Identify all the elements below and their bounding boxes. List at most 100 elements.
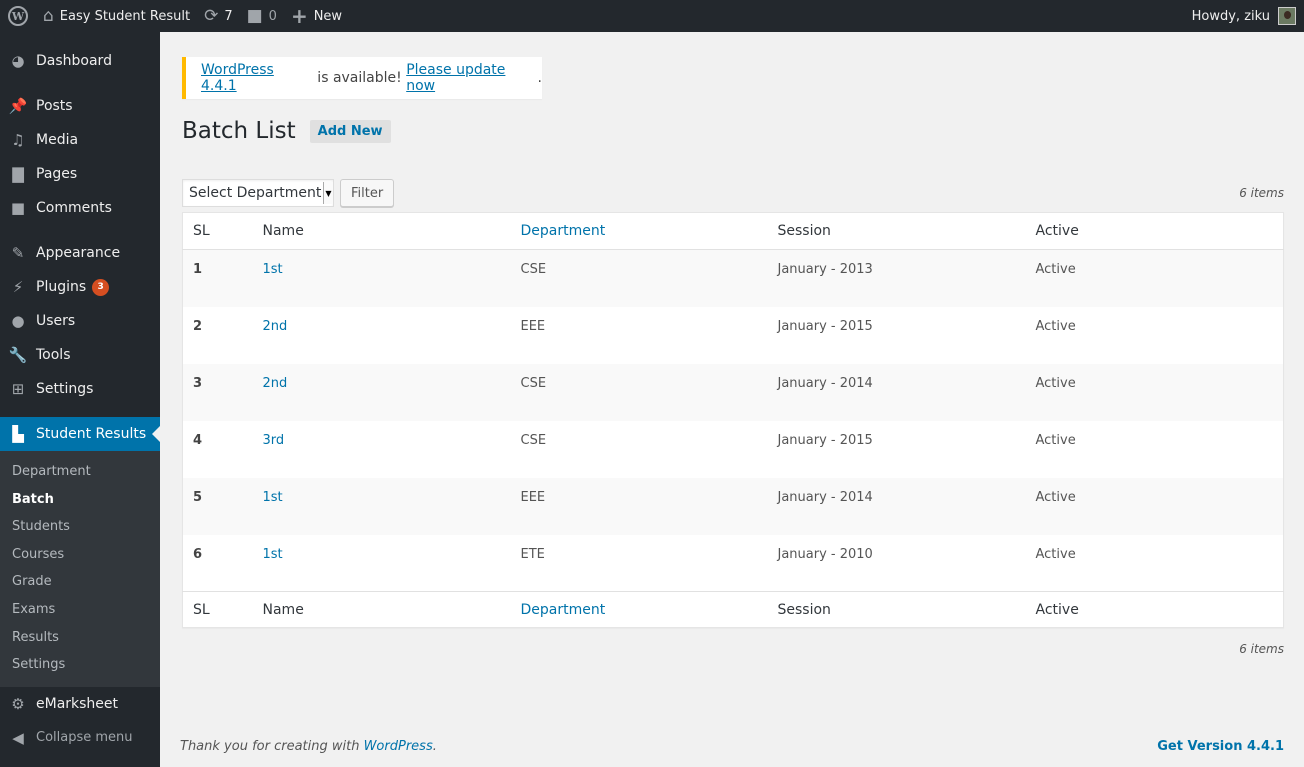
sidebar-item-posts[interactable]: 📌 Posts <box>0 89 160 123</box>
column-active: Active <box>1025 212 1284 250</box>
sidebar-item-dashboard[interactable]: ◕ Dashboard <box>0 44 160 78</box>
plus-icon: + <box>290 4 308 28</box>
table-row: 2 2nd EEE January - 2015 Active <box>183 307 1284 364</box>
update-notice: WordPress 4.4.1 is available! Please upd… <box>182 57 542 99</box>
batch-name-link[interactable]: 1st <box>263 547 283 562</box>
items-count: 6 items <box>1239 186 1284 200</box>
get-version-link[interactable]: Get Version 4.4.1 <box>1157 739 1284 754</box>
footer-text: Thank you for creating with <box>180 739 364 754</box>
footer-period: . <box>432 739 437 754</box>
updates-link[interactable]: ⟳ 7 <box>197 0 240 32</box>
cell-session: January - 2014 <box>777 489 873 505</box>
avatar <box>1278 7 1296 25</box>
sidebar-item-users[interactable]: ● Users <box>0 304 160 338</box>
update-now-link[interactable]: Please update now <box>406 62 537 94</box>
admin-bar: W ⌂ Easy Student Result ⟳ 7 ■ 0 + New Ho… <box>0 0 1304 32</box>
batch-name-link[interactable]: 2nd <box>263 319 288 334</box>
cell-session: January - 2013 <box>777 262 873 277</box>
column-department[interactable]: Department <box>510 591 768 628</box>
submenu-batch[interactable]: Batch <box>0 486 160 514</box>
sidebar-item-comments[interactable]: ■ Comments <box>0 191 160 225</box>
my-account-menu[interactable]: Howdy, ziku <box>1185 0 1304 32</box>
site-name-link[interactable]: ⌂ Easy Student Result <box>36 0 197 32</box>
cell-active: Active <box>1035 375 1076 391</box>
book-icon: ▙ <box>12 425 24 443</box>
site-name: Easy Student Result <box>59 8 191 24</box>
table-row: 1 1st CSE January - 2013 Active <box>182 249 1284 307</box>
sidebar-item-pages[interactable]: ▇ Pages <box>0 157 160 191</box>
batch-table: SL Name Department Session Active 1 1st CS… <box>182 212 1284 628</box>
table-nav: Select Department ▼ Filter 6 items <box>182 179 1284 207</box>
cell-active: Active <box>1035 432 1076 448</box>
sidebar-item-label: Dashboard <box>36 53 112 69</box>
sidebar-item-label: Plugins <box>36 279 87 295</box>
cell-sl: 6 <box>193 546 203 562</box>
submenu-students[interactable]: Students <box>0 513 160 541</box>
table-footer-row: SL Name Department Session Active <box>182 591 1284 628</box>
wordpress-link[interactable]: WordPress <box>364 739 433 754</box>
sort-department-link[interactable]: Department <box>521 223 606 239</box>
plugins-update-badge: 3 <box>92 278 110 296</box>
batch-name-link[interactable]: 2nd <box>263 376 288 391</box>
notice-period: . <box>537 70 542 86</box>
add-new-button[interactable]: Add New <box>309 119 391 143</box>
submenu-results[interactable]: Results <box>0 624 160 652</box>
comments-count: 0 <box>268 8 277 24</box>
table-row: 4 3rd CSE January - 2015 Active <box>183 421 1284 478</box>
wrench-icon: 🔧 <box>8 346 28 364</box>
column-sl: SL <box>182 591 253 628</box>
batch-name-link[interactable]: 1st <box>263 490 283 505</box>
comment-icon: ■ <box>10 199 26 217</box>
footer-thanks: Thank you for creating with WordPress. <box>180 739 437 754</box>
collapse-menu-button[interactable]: ◀ Collapse menu <box>0 721 160 755</box>
sidebar-item-tools[interactable]: 🔧 Tools <box>0 338 160 372</box>
sidebar-item-appearance[interactable]: ✎ Appearance <box>0 236 160 270</box>
sidebar-item-settings[interactable]: ⊞ Settings <box>0 372 160 406</box>
sidebar-item-label: Media <box>36 132 79 148</box>
greeting: Howdy, ziku <box>1191 8 1270 24</box>
pin-icon: 📌 <box>8 97 28 115</box>
submenu-grade[interactable]: Grade <box>0 568 160 596</box>
sidebar-item-label: Posts <box>36 98 73 114</box>
sidebar-item-plugins[interactable]: ⚡ Plugins 3 <box>0 270 160 304</box>
wordpress-version-link[interactable]: WordPress 4.4.1 <box>201 62 313 94</box>
admin-sidebar: ◕ Dashboard 📌 Posts ♫ Media ▇ Pages ■ Comment… <box>0 32 160 767</box>
column-session: Session <box>767 591 1026 628</box>
dashboard-icon: ◕ <box>11 52 25 70</box>
submenu-settings[interactable]: Settings <box>0 651 160 679</box>
submenu-exams[interactable]: Exams <box>0 596 160 624</box>
sidebar-item-label: Users <box>36 313 76 329</box>
column-department[interactable]: Department <box>510 212 768 250</box>
submenu-department[interactable]: Department <box>0 458 160 486</box>
sidebar-item-media[interactable]: ♫ Media <box>0 123 160 157</box>
title-row: Batch List Add New <box>182 118 391 144</box>
sidebar-item-student-results[interactable]: ▙ Student Results <box>0 417 160 451</box>
sort-department-link[interactable]: Department <box>521 602 606 618</box>
sidebar-item-emarksheet[interactable]: ⚙ eMarksheet <box>0 687 160 721</box>
filter-button[interactable]: Filter <box>340 179 395 207</box>
table-header-row: SL Name Department Session Active <box>182 212 1284 250</box>
cell-active: Active <box>1035 489 1076 505</box>
cell-name: 1st <box>253 478 511 535</box>
department-select[interactable]: Select Department ▼ <box>182 179 334 207</box>
submenu-courses[interactable]: Courses <box>0 541 160 569</box>
column-active: Active <box>1025 591 1284 628</box>
items-count-bottom: 6 items <box>1239 642 1284 656</box>
comments-link[interactable]: ■ 0 <box>240 0 284 32</box>
sidebar-item-label: Comments <box>36 200 112 216</box>
cell-department: CSE <box>520 432 547 448</box>
batch-name-link[interactable]: 1st <box>263 262 283 277</box>
cell-name: 1st <box>253 250 511 307</box>
table-row: 3 2nd CSE January - 2014 Active <box>182 363 1284 421</box>
cell-session: January - 2010 <box>777 546 873 562</box>
pages-icon: ▇ <box>12 165 24 183</box>
student-results-submenu: Department Batch Students Courses Grade … <box>0 451 160 687</box>
new-content-button[interactable]: + New <box>284 0 349 32</box>
page-title: Batch List <box>182 118 296 144</box>
cell-sl: 1 <box>193 262 203 277</box>
cell-name: 2nd <box>253 307 511 364</box>
wordpress-logo-button[interactable]: W <box>0 0 36 32</box>
gear-icon: ⚙ <box>11 694 25 713</box>
batch-name-link[interactable]: 3rd <box>263 433 285 448</box>
cell-active: Active <box>1035 318 1076 334</box>
